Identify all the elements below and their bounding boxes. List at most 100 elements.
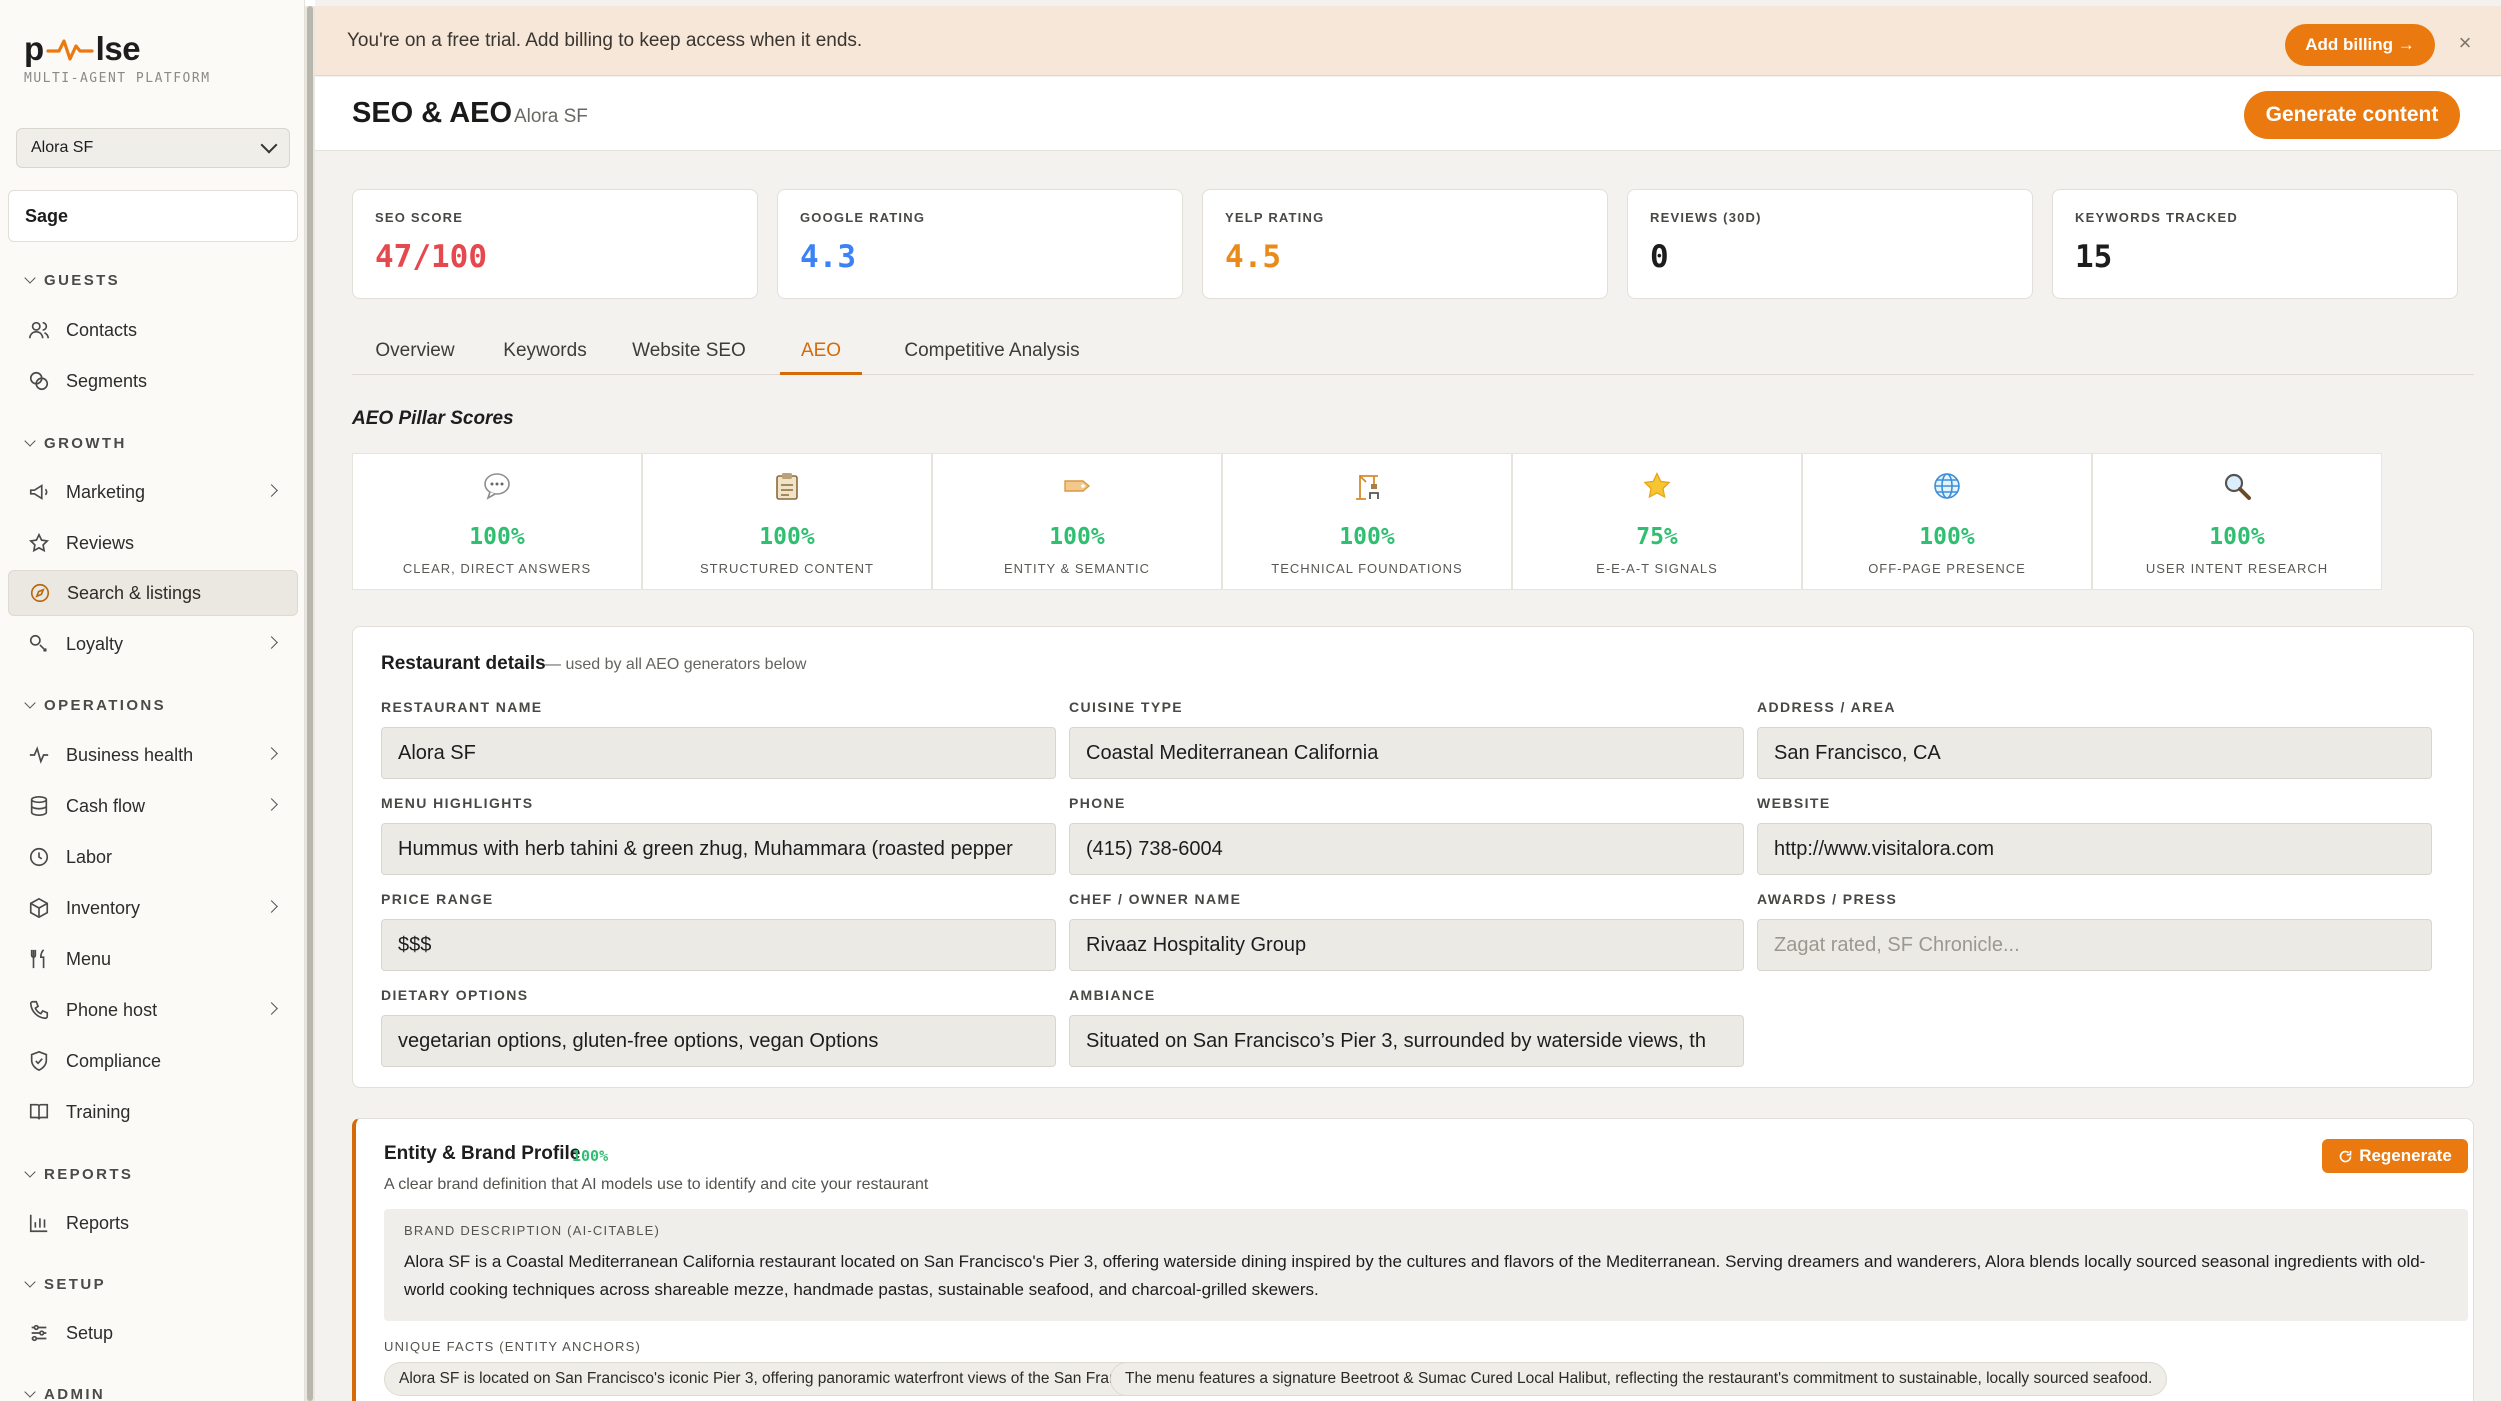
restaurant-details-panel: Restaurant details — used by all AEO gen… [352, 626, 2474, 1088]
nav-section-guests[interactable]: GUESTS [24, 272, 120, 289]
pillar-score: 75% [1636, 524, 1678, 550]
nav-section-label: REPORTS [44, 1166, 134, 1183]
caret-down-icon [24, 435, 36, 447]
sidebar-item-label: Marketing [66, 481, 146, 502]
stat-value: 0 [1650, 239, 1669, 275]
scrollbar-thumb[interactable] [307, 6, 313, 1401]
sidebar-item-compliance[interactable]: Compliance [8, 1038, 298, 1084]
cuisine-type-input[interactable] [1069, 727, 1744, 779]
sidebar-item-loyalty[interactable]: Loyalty [8, 621, 298, 667]
phone-input[interactable] [1069, 823, 1744, 875]
entity-score: 100% [572, 1147, 609, 1165]
sidebar-item-segments[interactable]: Segments [8, 358, 298, 404]
segments-icon [28, 370, 50, 392]
tab-website-seo[interactable]: Website SEO [614, 333, 764, 375]
sidebar-item-label: Phone host [66, 999, 158, 1020]
users-icon [28, 319, 50, 341]
nav-section-operations[interactable]: OPERATIONS [24, 697, 167, 714]
sidebar-item-setup[interactable]: Setup [8, 1310, 298, 1356]
agent-selector[interactable]: Sage [8, 190, 298, 242]
sidebar-item-label: Compliance [66, 1050, 162, 1071]
pillar-card: 100% USER INTENT RESEARCH [2092, 453, 2382, 590]
pillar-label: CLEAR, DIRECT ANSWERS [402, 561, 592, 576]
utensils-icon [28, 948, 50, 970]
nav-section-setup[interactable]: SETUP [24, 1276, 106, 1293]
sidebar-item-reviews[interactable]: Reviews [8, 520, 298, 566]
chevron-right-icon [265, 747, 278, 760]
stat-card-keywords-tracked: KEYWORDS TRACKED 15 [2052, 189, 2458, 299]
nav-section-label: OPERATIONS [44, 697, 167, 714]
field-label: AMBIANCE [1069, 987, 1156, 1003]
logo[interactable]: p lse [24, 30, 141, 68]
restaurant-name-input[interactable] [381, 727, 1056, 779]
nav-section-reports[interactable]: REPORTS [24, 1166, 134, 1183]
website-input[interactable] [1757, 823, 2432, 875]
dietary-options-input[interactable] [381, 1015, 1056, 1067]
stat-label: SEO SCORE [375, 210, 464, 225]
ambiance-input[interactable] [1069, 1015, 1744, 1067]
brand-description-label: BRAND DESCRIPTION (AI-CITABLE) [404, 1223, 661, 1238]
details-note: — used by all AEO generators below [545, 656, 807, 673]
tab-overview[interactable]: Overview [352, 333, 478, 375]
agent-name: Sage [25, 205, 69, 226]
menu-highlights-input[interactable] [381, 823, 1056, 875]
sidebar-item-label: Reports [66, 1212, 130, 1233]
magnifier-icon [2093, 470, 2381, 502]
main-content: You're on a free trial. Add billing to k… [315, 0, 2501, 1401]
pillar-label: E-E-A-T SIGNALS [1596, 561, 1718, 576]
nav-section-growth[interactable]: GROWTH [24, 435, 127, 452]
regenerate-button[interactable]: Regenerate [2322, 1139, 2468, 1173]
chevron-right-icon [265, 636, 278, 649]
sidebar-item-cash-flow[interactable]: Cash flow [8, 783, 298, 829]
logo-text-right: lse [95, 30, 141, 67]
close-icon[interactable]: × [2450, 28, 2480, 58]
nav-section-admin[interactable]: ADMIN [24, 1386, 105, 1401]
tab-keywords[interactable]: Keywords [479, 333, 611, 375]
add-billing-button[interactable]: Add billing → [2285, 24, 2435, 66]
sidebar-item-training[interactable]: Training [8, 1089, 298, 1135]
caret-down-icon [24, 1276, 36, 1288]
tab-aeo[interactable]: AEO [780, 333, 862, 375]
sidebar-scrollbar[interactable] [305, 6, 315, 1401]
sidebar-item-label: Loyalty [66, 633, 124, 654]
sidebar-item-label: Segments [66, 370, 148, 391]
tab-bar: Overview Keywords Website SEO AEO Compet… [352, 333, 2474, 375]
sidebar-item-marketing[interactable]: Marketing [8, 469, 298, 515]
address-input[interactable] [1757, 727, 2432, 779]
field-label: PRICE RANGE [381, 891, 494, 907]
sidebar-item-menu[interactable]: Menu [8, 936, 298, 982]
sidebar-item-contacts[interactable]: Contacts [8, 307, 298, 353]
generate-content-button[interactable]: Generate content [2244, 91, 2460, 139]
trial-banner-text: You're on a free trial. Add billing to k… [347, 29, 863, 51]
sidebar-item-label: Contacts [66, 319, 138, 340]
pillar-score: 100% [1339, 524, 1395, 550]
chef-owner-input[interactable] [1069, 919, 1744, 971]
field-label: CHEF / OWNER NAME [1069, 891, 1242, 907]
sidebar-item-search-listings[interactable]: Search & listings [8, 570, 298, 616]
sidebar-item-phone-host[interactable]: Phone host [8, 987, 298, 1033]
stat-card-google-rating: GOOGLE RATING 4.3 [777, 189, 1183, 299]
brand-description-text: Alora SF is a Coastal Mediterranean Cali… [404, 1252, 2426, 1299]
logo-subtitle: MULTI-AGENT PLATFORM [24, 71, 211, 86]
chevron-right-icon [265, 1002, 278, 1015]
sidebar-item-labor[interactable]: Labor [8, 834, 298, 880]
caret-down-icon [24, 1386, 36, 1398]
pillar-score: 100% [469, 524, 525, 550]
fact-pill: The menu features a signature Beetroot &… [1110, 1362, 2168, 1396]
chevron-down-icon [260, 136, 278, 154]
tag-icon [933, 470, 1221, 502]
stat-value: 47/100 [375, 239, 487, 275]
pillar-card: 100% STRUCTURED CONTENT [642, 453, 932, 590]
location-select[interactable]: Alora SF [16, 128, 290, 168]
pillar-card: 75% E-E-A-T SIGNALS [1512, 453, 1802, 590]
sidebar-item-business-health[interactable]: Business health [8, 732, 298, 778]
awards-input[interactable] [1757, 919, 2432, 971]
stat-card-seo-score: SEO SCORE 47/100 [352, 189, 758, 299]
chevron-right-icon [265, 484, 278, 497]
price-range-input[interactable] [381, 919, 1056, 971]
caret-down-icon [24, 272, 36, 284]
tab-competitive-analysis[interactable]: Competitive Analysis [877, 333, 1107, 375]
sidebar-item-reports[interactable]: Reports [8, 1200, 298, 1246]
chevron-right-icon [265, 798, 278, 811]
sidebar-item-inventory[interactable]: Inventory [8, 885, 298, 931]
